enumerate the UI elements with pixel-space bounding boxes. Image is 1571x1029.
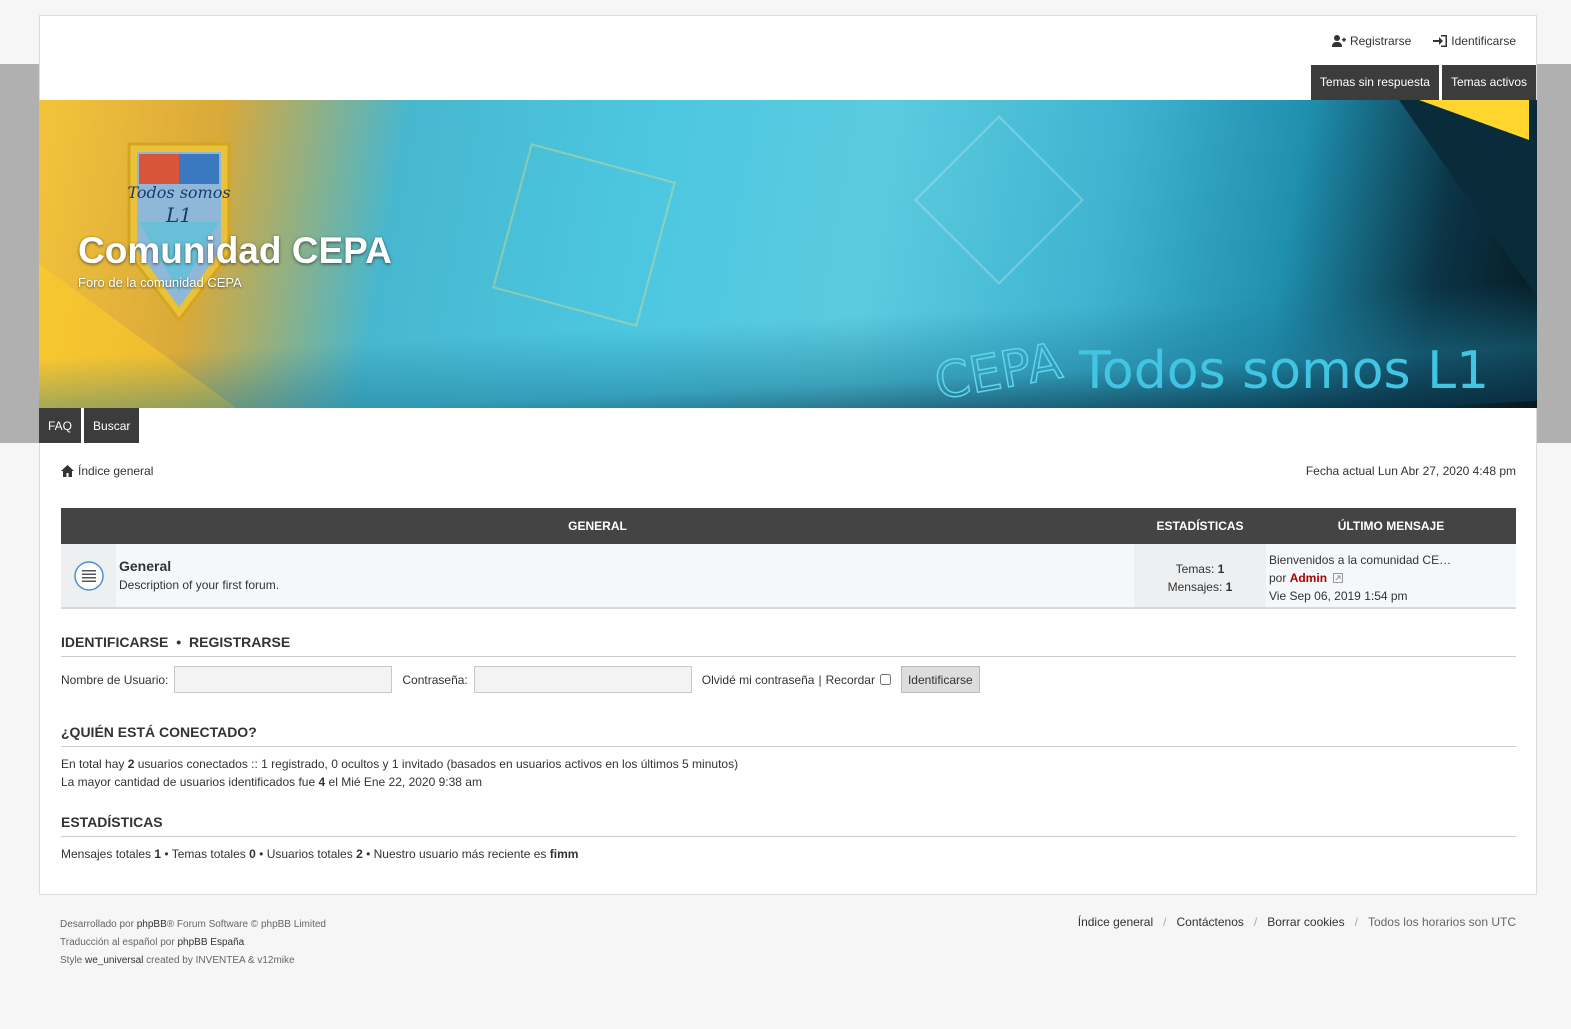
forum-read-icon	[61, 544, 116, 607]
total-topics: 0	[249, 847, 256, 861]
user-links: Registrarse Identificarse	[1331, 34, 1516, 48]
forum-list-header: GENERAL ESTADÍSTICAS ÚLTIMO MENSAJE	[61, 508, 1516, 544]
login-button[interactable]: Identificarse	[900, 666, 980, 693]
username-label: Nombre de Usuario:	[61, 672, 169, 687]
stats-section-title: ESTADÍSTICAS	[61, 814, 1516, 837]
forum-name-link[interactable]: General	[119, 558, 1131, 574]
forum-row: General Description of your first forum.…	[61, 544, 1516, 609]
tab-unanswered-topics[interactable]: Temas sin respuesta	[1310, 65, 1439, 100]
credit-text-2: Traducción al español por	[60, 937, 175, 948]
breadcrumb[interactable]: Índice general	[61, 464, 153, 478]
password-label: Contraseña:	[402, 672, 468, 687]
add-user-icon	[1331, 35, 1346, 47]
login-link[interactable]: Identificarse	[1433, 34, 1516, 48]
stats-line: Mensajes totales 1 • Temas totales 0 • U…	[61, 845, 578, 863]
quick-tabs: Temas sin respuesta Temas activos	[1310, 65, 1536, 100]
password-input[interactable]	[473, 666, 692, 693]
remember-checkbox[interactable]	[879, 674, 891, 685]
register-link[interactable]: Registrarse	[1331, 34, 1412, 48]
footer-divider: /	[1163, 915, 1167, 929]
footer-divider: /	[1354, 915, 1358, 929]
footer-index-link[interactable]: Índice general	[1078, 915, 1153, 929]
home-icon	[61, 465, 74, 477]
topics-count: 1	[1217, 562, 1225, 576]
newest-user-link[interactable]: fimm	[550, 847, 579, 861]
total-users-label: • Usuarios totales	[259, 847, 353, 861]
footer-credits: Desarrollado por phpBB® Forum Software ©…	[60, 916, 326, 970]
header-general: GENERAL	[568, 519, 627, 533]
footer-delete-cookies-link[interactable]: Borrar cookies	[1267, 915, 1344, 929]
banner-logo: CEPA Todos somos L1	[930, 331, 1490, 400]
username-input[interactable]	[174, 666, 393, 693]
forum-info: General Description of your first forum.	[116, 544, 1134, 607]
forgot-password-link[interactable]: Olvidé mi contraseña	[702, 673, 815, 687]
online-section-title: ¿QUIÉN ESTÁ CONECTADO?	[61, 724, 1516, 747]
posts-count: 1	[1225, 580, 1233, 594]
register-label: Registrarse	[1349, 34, 1412, 48]
posts-label: Mensajes:	[1167, 580, 1223, 594]
svg-text:Todos somos: Todos somos	[127, 183, 230, 202]
footer-divider: /	[1253, 915, 1258, 929]
footer-contact-link[interactable]: Contáctenos	[1176, 915, 1243, 929]
record-text-b: el Mié Ene 22, 2020 9:38 am	[328, 775, 482, 789]
quick-login-form: Nombre de Usuario: Contraseña: Olvidé mi…	[61, 666, 980, 693]
page-wrap: Registrarse Identificarse Temas sin resp…	[39, 15, 1537, 895]
last-post-author-link[interactable]: Admin	[1290, 571, 1327, 585]
phpbb-link[interactable]: phpBB	[137, 919, 167, 930]
remember-label: Recordar	[825, 672, 875, 687]
last-post-title-link[interactable]: Bienvenidos a la comunidad CE…	[1269, 551, 1513, 569]
total-topics-label: • Temas totales	[164, 847, 246, 861]
footer-timezone: Todos los horarios son UTC	[1367, 915, 1516, 929]
footer-nav: Índice general / Contáctenos / Borrar co…	[1078, 915, 1516, 929]
login-title-link[interactable]: IDENTIFICARSE	[61, 634, 168, 650]
topics-label: Temas:	[1175, 562, 1215, 576]
site-description: Foro de la comunidad CEPA	[78, 275, 242, 290]
forum-stats: Temas: 1 Mensajes: 1	[1134, 544, 1266, 607]
forum-description: Description of your first forum.	[119, 578, 280, 592]
svg-text:L1: L1	[165, 203, 192, 227]
current-date: Fecha actual Lun Abr 27, 2020 4:48 pm	[1305, 464, 1516, 478]
last-post-date: Vie Sep 06, 2019 1:54 pm	[1269, 589, 1408, 603]
online-text-a: En total hay	[61, 757, 125, 771]
banner-logo-cepa: CEPA	[930, 332, 1066, 400]
header-last-post: ÚLTIMO MENSAJE	[1337, 519, 1445, 533]
login-label: Identificarse	[1451, 34, 1516, 48]
sign-in-icon	[1433, 35, 1448, 47]
style-link[interactable]: we_universal	[85, 955, 143, 966]
total-posts: 1	[154, 847, 162, 861]
breadcrumb-index: Índice general	[78, 464, 154, 478]
tab-active-topics[interactable]: Temas activos	[1441, 65, 1536, 100]
online-text-b: usuarios conectados :: 1 registrado, 0 o…	[137, 757, 739, 771]
record-text-a: La mayor cantidad de usuarios identifica…	[61, 775, 316, 789]
view-latest-post-icon[interactable]	[1333, 573, 1344, 583]
site-title[interactable]: Comunidad CEPA	[78, 230, 392, 272]
top-bar: Registrarse Identificarse	[40, 16, 1536, 65]
banner-logo-slogan: Todos somos L1	[1078, 341, 1489, 400]
header-stats: ESTADÍSTICAS	[1156, 519, 1244, 533]
tab-faq[interactable]: FAQ	[39, 408, 82, 443]
credit-text-1: Desarrollado por	[60, 919, 134, 930]
phpbb-spain-link[interactable]: phpBB España	[177, 937, 244, 948]
nav-tabs: FAQ Buscar	[39, 408, 140, 443]
title-bullet: •	[176, 634, 182, 650]
total-posts-label: Mensajes totales	[61, 847, 152, 861]
pipe-separator: |	[818, 672, 822, 687]
online-line-1: En total hay 2 usuarios conectados :: 1 …	[61, 755, 738, 773]
forum-list: GENERAL ESTADÍSTICAS ÚLTIMO MENSAJE Gene…	[61, 508, 1516, 609]
online-line-2: La mayor cantidad de usuarios identifica…	[61, 773, 482, 791]
site-banner: Todos somos L1 Comunidad CEPA Foro de la…	[39, 100, 1537, 408]
login-section-title: IDENTIFICARSE • REGISTRARSE	[61, 634, 1516, 657]
online-count: 2	[127, 757, 135, 771]
credit-text-3: Style	[60, 955, 83, 966]
credit-text-1b: ® Forum Software © phpBB Limited	[166, 919, 326, 930]
newest-user-label: • Nuestro usuario más reciente es	[366, 847, 547, 861]
record-count: 4	[318, 775, 326, 789]
total-users: 2	[356, 847, 363, 861]
last-post-by: por	[1269, 571, 1287, 585]
tab-search[interactable]: Buscar	[84, 408, 140, 443]
last-post: Bienvenidos a la comunidad CE… por Admin…	[1266, 544, 1516, 607]
credit-text-3b: created by INVENTEA & v12mike	[146, 955, 295, 966]
register-title-link[interactable]: REGISTRARSE	[189, 634, 290, 650]
